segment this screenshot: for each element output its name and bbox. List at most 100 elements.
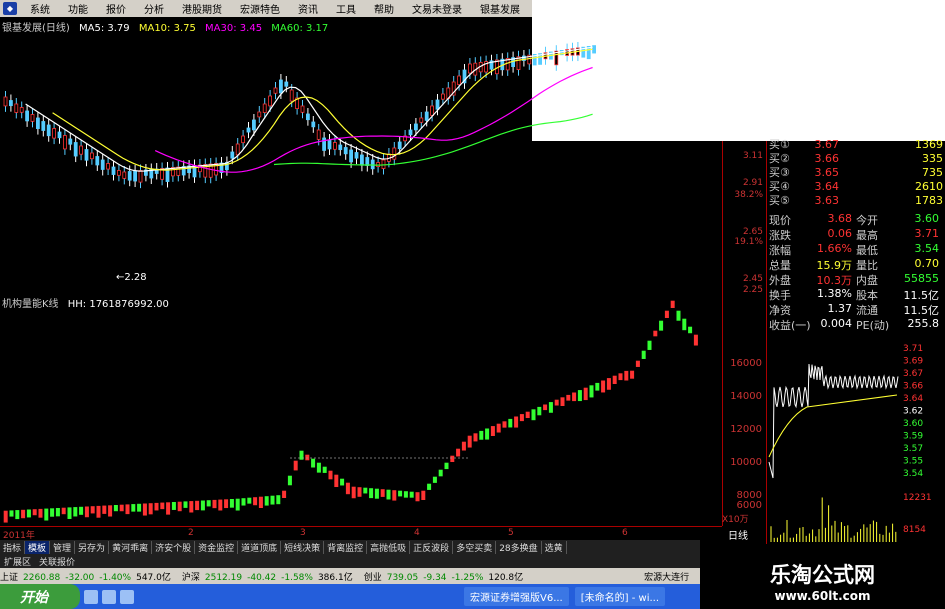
quote-cell: 外盘 10.3万 — [769, 272, 856, 288]
volume-candle — [73, 507, 78, 517]
price-candle — [370, 159, 375, 170]
quote-key: 最低 — [856, 244, 878, 257]
volume-candle — [229, 499, 234, 508]
quote-key: 净资 — [769, 304, 791, 317]
indicator-tab-5[interactable]: 济安个股 — [152, 541, 196, 554]
quote-split: 收益(一) 0.004 PE(动) 255.8 — [769, 317, 943, 333]
indicator-tab-13[interactable]: 28多换盘 — [496, 541, 542, 554]
index-amt: 547.0亿 — [136, 572, 171, 583]
quote-cell: 内盘 55855 — [856, 272, 943, 288]
indicator-tab-9[interactable]: 背离监控 — [324, 541, 368, 554]
price-candle — [322, 137, 327, 151]
watermark: 乐淘公式网 www.60lt.com — [700, 555, 945, 609]
indicator-tab-14[interactable]: 选黄 — [542, 541, 567, 554]
volume-tick: 6000 — [736, 500, 762, 511]
price-tick: 19.1% — [734, 237, 763, 247]
price-candle — [338, 144, 343, 151]
mini-volume-tick: 12231 — [903, 493, 932, 503]
volume-candle — [50, 508, 55, 517]
index-chg: -9.34 — [423, 572, 447, 583]
intraday-mini-chart[interactable]: 3.71 3.69 3.67 3.66 3.64 3.62 3.60 3.59 3.57 3.55… — [766, 337, 945, 567]
indicator-tab-1[interactable]: 模板 — [25, 541, 51, 554]
price-candle — [63, 135, 67, 150]
volume-candle — [32, 509, 37, 516]
menu-item-10[interactable]: 银基发展 — [471, 1, 529, 16]
volume-candle — [224, 499, 229, 509]
volume-candle — [583, 387, 588, 401]
main-chart[interactable]: 银基发展(日线) MA5: 3.79 MA10: 3.75 MA30: 3.45… — [0, 17, 722, 526]
quote-value: 15.9万 — [816, 259, 853, 272]
ma-line — [52, 48, 593, 171]
indicator-tab-6[interactable]: 资金监控 — [195, 541, 239, 554]
task-hongyuan[interactable]: 宏源证券增强版V6... — [464, 587, 569, 606]
task-hongyuan-label: 宏源证券增强版V6... — [470, 593, 563, 604]
indicator-tab-2[interactable]: 管理 — [50, 541, 76, 554]
quote-cell: 股本 11.5亿 — [856, 287, 943, 303]
quote-row: 换手 1.38% 股本 11.5亿 — [769, 287, 943, 303]
period-tab-daily[interactable]: 日线 — [728, 527, 748, 542]
menu-item-4[interactable]: 港股期货 — [173, 1, 231, 16]
menu-item-1[interactable]: 功能 — [59, 1, 97, 16]
indicator-tab-8[interactable]: 短线决策 — [281, 541, 325, 554]
volume-candle — [177, 501, 182, 512]
indicator-tab-12[interactable]: 多空买卖 — [453, 541, 497, 554]
mini-price-tick: 3.66 — [903, 382, 923, 392]
watermark-title: 乐淘公式网 — [770, 563, 875, 587]
indicator-tab-3[interactable]: 另存为 — [75, 541, 110, 554]
menu-item-0[interactable]: 系统 — [21, 1, 59, 16]
volume-candle — [664, 310, 669, 318]
volume-candle — [160, 502, 165, 510]
price-candle — [111, 166, 116, 175]
volume-candle — [676, 310, 681, 321]
menu-item-5[interactable]: 宏源特色 — [231, 1, 289, 16]
buy-row: 买① 3.67 1369 — [769, 137, 943, 152]
quote-key: 今开 — [856, 214, 878, 227]
start-button[interactable]: 开始 — [0, 584, 80, 609]
menu-item-6[interactable]: 资讯 — [289, 1, 327, 16]
indicator-tab-0[interactable]: 指标 — [0, 541, 26, 554]
volume-candle — [131, 504, 136, 512]
volume-candle — [386, 489, 391, 500]
volume-candle — [572, 392, 577, 402]
date-axis: 2011年 2 3 4 5 6 — [0, 526, 722, 541]
volume-candle — [113, 505, 118, 512]
mini-price-tick: 3.67 — [903, 369, 923, 379]
extension-tab-1[interactable]: 关联报价 — [35, 555, 79, 568]
quote-value: 0.70 — [914, 257, 940, 270]
volume-candle — [450, 455, 455, 463]
extension-tab-0[interactable]: 扩展区 — [0, 555, 35, 568]
volume-candle — [206, 500, 211, 507]
volume-candle — [369, 488, 374, 499]
volume-candle — [374, 488, 379, 499]
indicator-tab-7[interactable]: 道道顶底 — [238, 541, 282, 554]
menu-item-3[interactable]: 分析 — [135, 1, 173, 16]
volume-candle — [432, 476, 437, 483]
quote-cell: 总量 15.9万 — [769, 257, 856, 273]
volume-candle — [560, 397, 565, 407]
quote-key: PE(动) — [856, 319, 890, 332]
indicator-tab-11[interactable]: 正反波段 — [410, 541, 454, 554]
menu-item-7[interactable]: 工具 — [327, 1, 365, 16]
menu-item-8[interactable]: 帮助 — [365, 1, 403, 16]
price-candle — [230, 151, 235, 159]
ie-icon[interactable] — [84, 589, 98, 604]
volume-candle — [380, 489, 385, 497]
indicator-tab-4[interactable]: 黄河乖离 — [109, 541, 153, 554]
volume-candle — [467, 435, 472, 448]
volume-candle — [392, 490, 397, 501]
media-icon[interactable] — [120, 589, 134, 604]
volume-candle — [253, 497, 258, 506]
price-candle — [381, 159, 386, 169]
quote-row: 涨跌 0.06 最高 3.71 — [769, 227, 943, 242]
menu-bar: ◆ 系统 功能 报价 分析 港股期货 宏源特色 资讯 工具 帮助 文易未登录 银基发展 — [0, 0, 532, 17]
explorer-icon[interactable] — [102, 589, 116, 604]
volume-candle — [345, 482, 350, 495]
volume-candle — [444, 462, 449, 470]
menu-item-2[interactable]: 报价 — [97, 1, 135, 16]
task-unnamed[interactable]: [未命名的] - wi... — [574, 587, 666, 606]
volume-candle — [26, 509, 31, 518]
menu-item-9[interactable]: 文易未登录 — [403, 1, 471, 16]
indicator-tab-10[interactable]: 高抛低吸 — [367, 541, 411, 554]
volume-candle — [485, 428, 490, 440]
extension-tabs: 扩展区 关联报价 — [0, 555, 700, 568]
